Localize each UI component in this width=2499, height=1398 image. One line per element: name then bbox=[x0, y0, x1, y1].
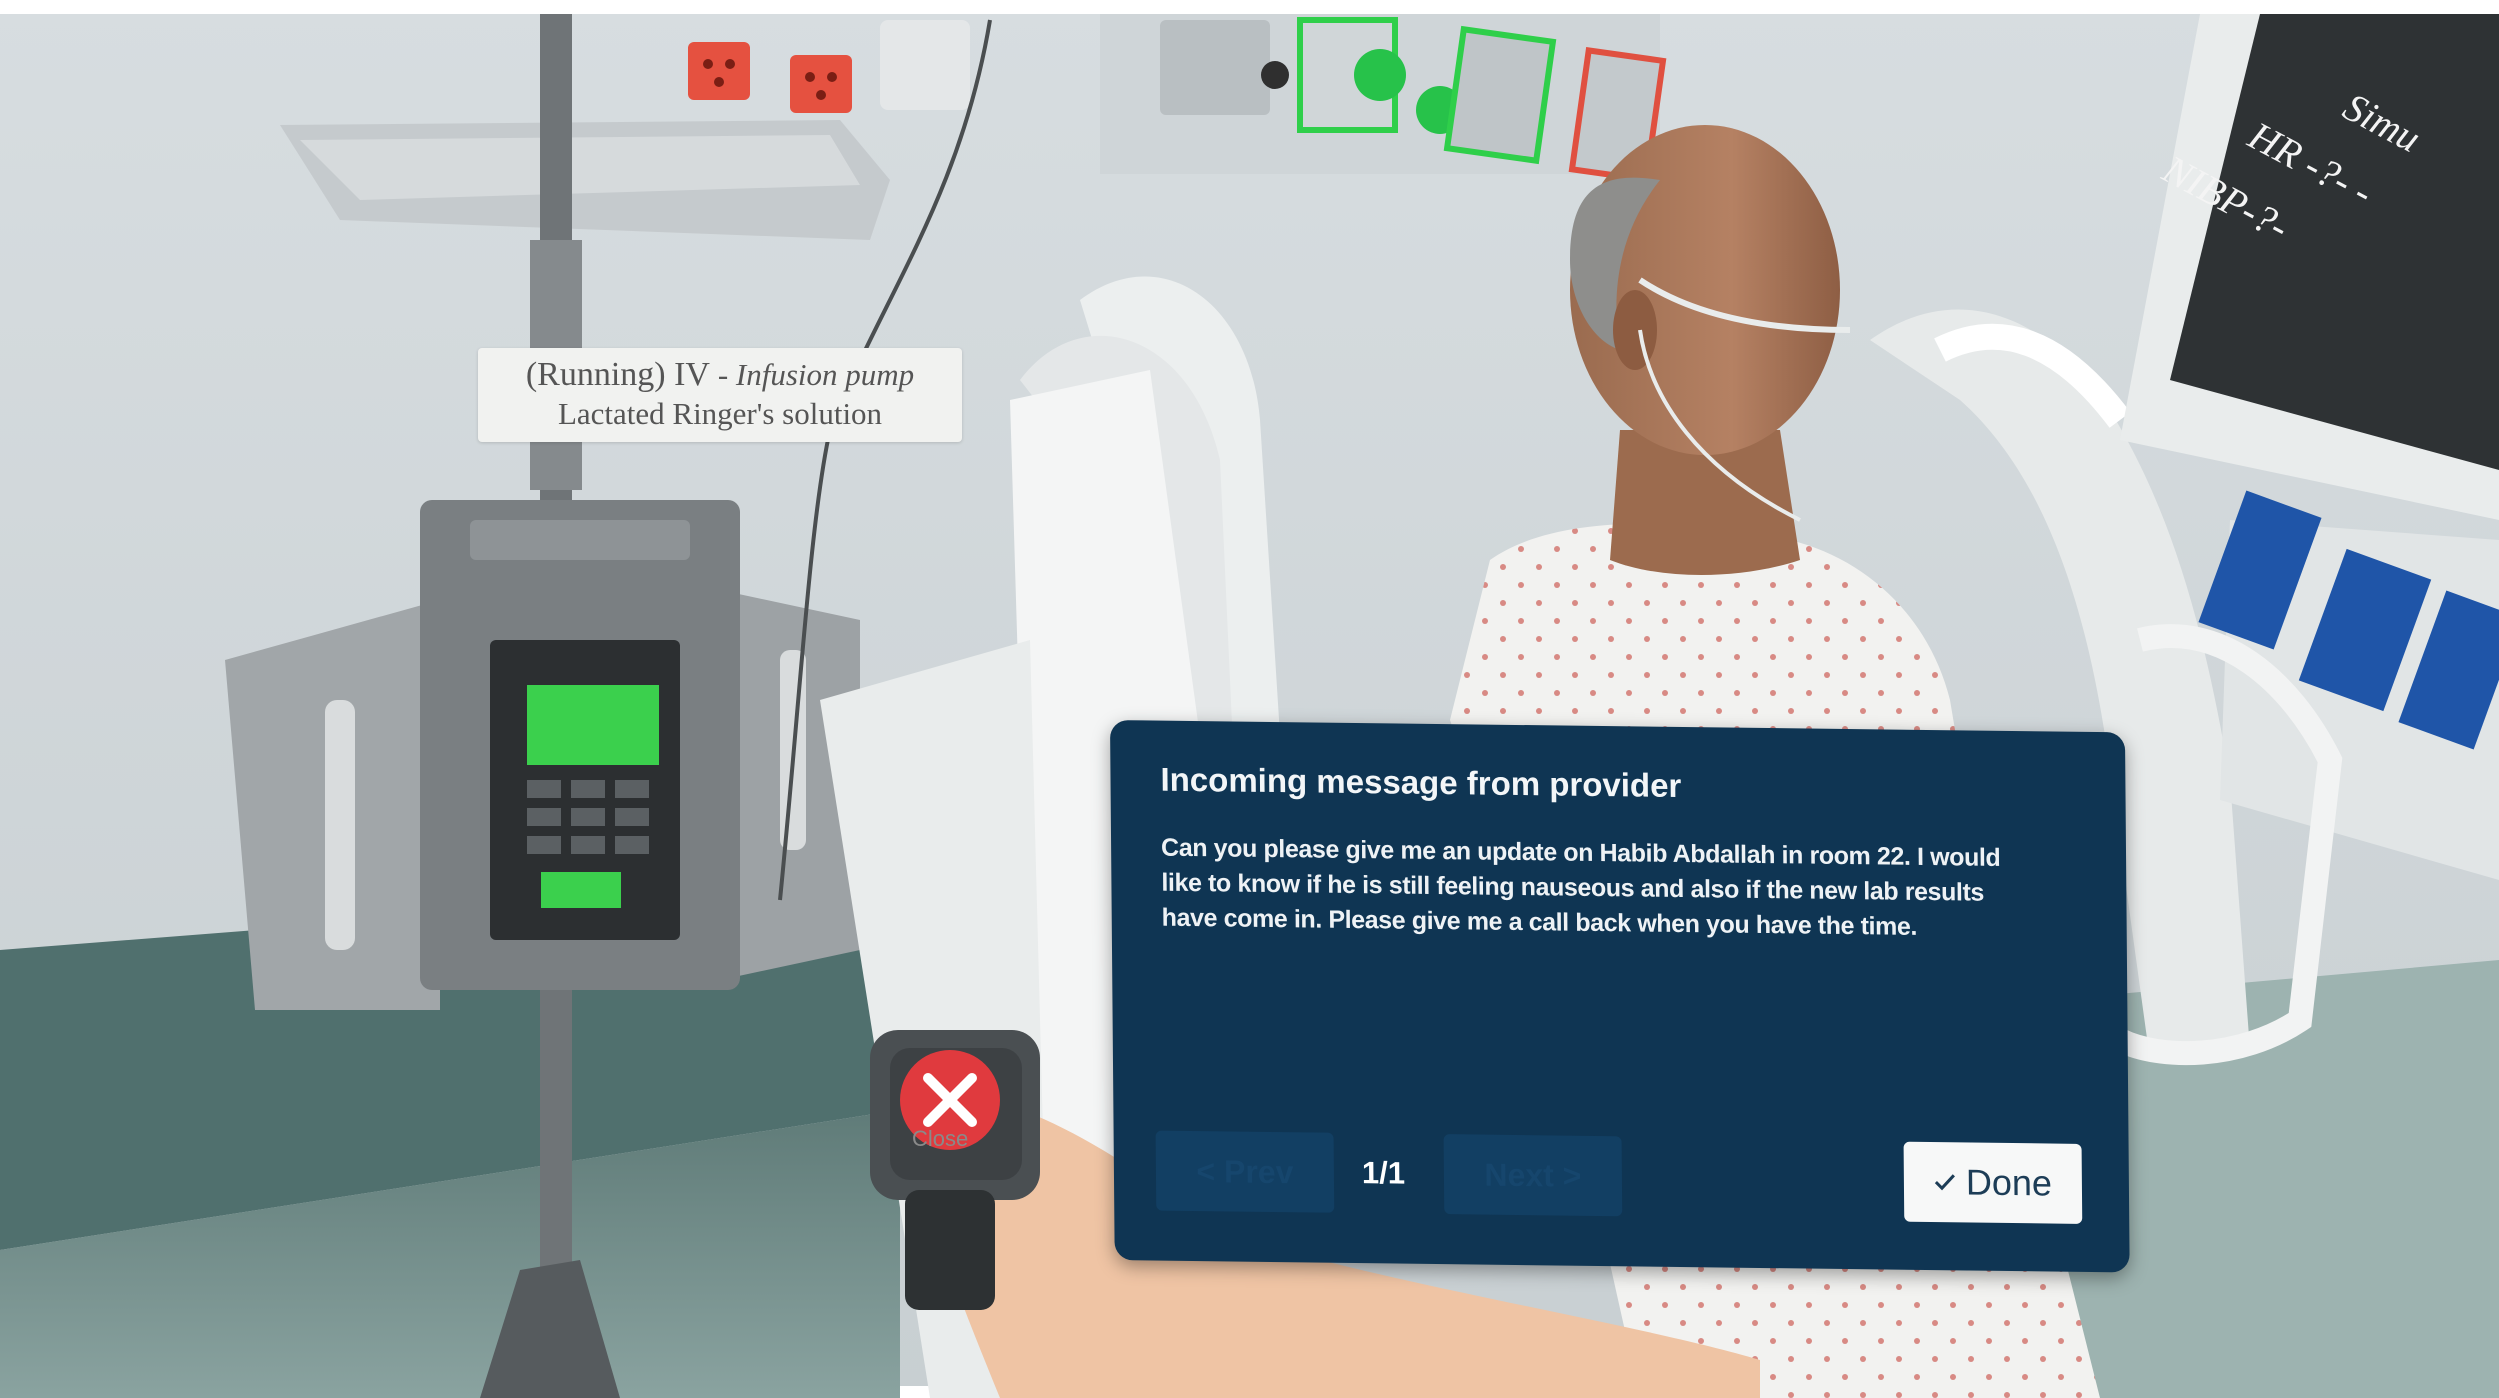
done-button[interactable]: Done bbox=[1903, 1141, 2083, 1224]
iv-status-text: (Running) bbox=[525, 356, 666, 393]
iv-solution-text: Lactated Ringer's solution bbox=[557, 396, 883, 431]
close-label: Close bbox=[912, 1126, 969, 1151]
iv-device-text: IV bbox=[674, 356, 710, 393]
dialog-message-body: Can you please give me an update on Habi… bbox=[1161, 831, 2062, 947]
iv-pump-label: (Running) IV - Infusion pump Lactated Ri… bbox=[478, 348, 962, 442]
close-watch-button[interactable] bbox=[860, 1030, 1040, 1210]
next-button[interactable]: Next > bbox=[1443, 1134, 1623, 1217]
iv-device-type-text: - Infusion pump bbox=[717, 357, 915, 392]
provider-message-dialog: Incoming message from provider Can you p… bbox=[1110, 720, 2130, 1273]
dialog-title: Incoming message from provider bbox=[1160, 760, 1682, 804]
page-indicator: 1/1 bbox=[1361, 1155, 1406, 1191]
vr-hospital-scene: (Running) IV - Infusion pump Lactated Ri… bbox=[0, 0, 2499, 1398]
done-label: Done bbox=[1965, 1161, 2053, 1204]
checkmark-icon bbox=[1934, 1174, 1955, 1191]
prev-button[interactable]: < Prev bbox=[1155, 1130, 1335, 1213]
